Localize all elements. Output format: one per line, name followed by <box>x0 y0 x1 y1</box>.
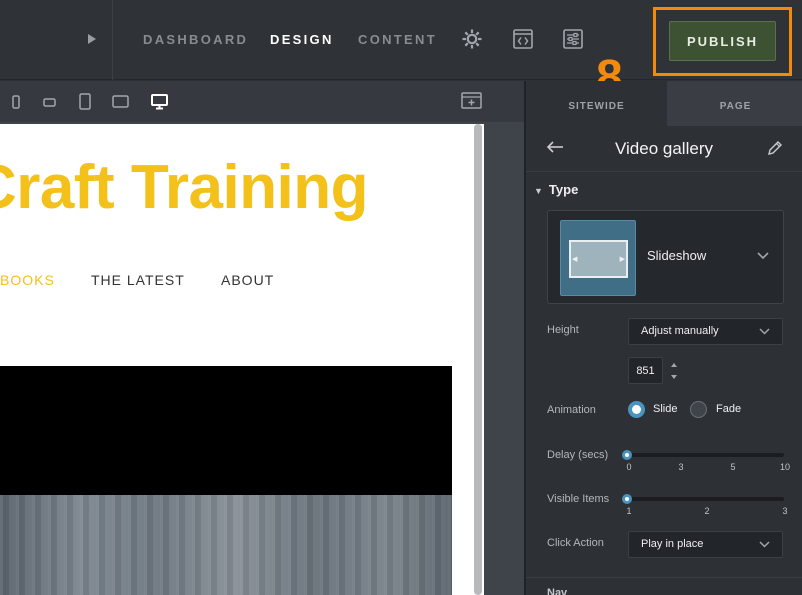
site-nav-about[interactable]: ABOUT <box>221 272 274 288</box>
animation-slide-label: Slide <box>653 403 678 415</box>
delay-label: Delay (secs) <box>547 449 609 461</box>
top-bar: DASHBOARD DESIGN CONTENT PUBLISH 8 <box>0 0 802 102</box>
tab-content[interactable]: CONTENT <box>358 32 437 47</box>
visible-items-slider-knob[interactable] <box>622 494 632 504</box>
phone-small-icon[interactable] <box>12 95 20 109</box>
phone-landscape-icon[interactable] <box>43 98 56 107</box>
slideshow-thumbnail: ◀ ▶ <box>560 220 636 296</box>
code-icon[interactable] <box>512 28 534 50</box>
panel-title: Video gallery <box>615 139 713 158</box>
chevron-down-icon <box>759 541 770 548</box>
type-value: Slideshow <box>647 248 707 263</box>
video-gallery-block[interactable] <box>0 366 452 495</box>
animation-radio-fade[interactable] <box>690 401 707 418</box>
canvas-scrollbar[interactable] <box>474 124 482 595</box>
delay-slider-knob[interactable] <box>622 450 632 460</box>
animation-radio-slide[interactable] <box>628 401 645 418</box>
tablet-icon[interactable] <box>79 93 91 110</box>
visible-items-tick: 2 <box>704 506 710 516</box>
section-type-label: Type <box>548 182 579 197</box>
site-nav-the-latest[interactable]: THE LATEST <box>91 272 185 288</box>
site-title: Craft Training <box>0 153 369 222</box>
animation-label: Animation <box>547 404 596 416</box>
next-section-header[interactable]: Nav <box>547 587 567 595</box>
play-icon[interactable] <box>86 32 98 46</box>
tab-page[interactable]: PAGE <box>667 81 802 126</box>
section-divider <box>526 577 802 578</box>
desktop-icon[interactable] <box>151 94 168 110</box>
publish-highlight-box: PUBLISH <box>653 7 792 76</box>
section-type-header[interactable]: ▼ Type <box>534 182 578 197</box>
design-panel: SITEWIDE PAGE Video gallery ▼ Type ◀ ▶ Sl… <box>524 81 802 595</box>
tablet-landscape-icon[interactable] <box>112 95 129 108</box>
animation-fade-label: Fade <box>716 403 742 415</box>
pencil-icon[interactable] <box>767 140 783 156</box>
tab-design[interactable]: DESIGN <box>270 32 334 47</box>
delay-tick: 3 <box>678 462 684 472</box>
visible-items-slider[interactable] <box>628 497 784 501</box>
editor-canvas: Craft Training BOOKS THE LATEST ABOUT <box>0 81 524 595</box>
height-select-value: Adjust manually <box>641 325 719 337</box>
device-toolbar <box>0 81 524 122</box>
click-action-select[interactable]: Play in place <box>628 531 783 558</box>
gear-icon[interactable] <box>461 28 483 50</box>
video-thumbnail-image <box>0 495 452 595</box>
delay-tick: 0 <box>626 462 632 472</box>
click-action-value: Play in place <box>641 538 704 550</box>
stepper-arrows-icon[interactable] <box>670 360 678 382</box>
visible-items-tick: 3 <box>782 506 788 516</box>
height-select[interactable]: Adjust manually <box>628 318 783 345</box>
type-selector[interactable]: ◀ ▶ Slideshow <box>547 210 784 304</box>
tab-dashboard[interactable]: DASHBOARD <box>143 32 248 47</box>
click-action-label: Click Action <box>547 537 604 549</box>
site-preview: Craft Training BOOKS THE LATEST ABOUT <box>0 124 484 595</box>
visible-items-tick: 1 <box>626 506 632 516</box>
height-label: Height <box>547 324 579 336</box>
tab-sitewide[interactable]: SITEWIDE <box>526 81 667 126</box>
add-section-icon[interactable] <box>461 92 482 109</box>
chevron-down-icon <box>759 328 770 335</box>
sliders-icon[interactable] <box>562 28 584 50</box>
site-nav-books[interactable]: BOOKS <box>0 272 55 288</box>
publish-button[interactable]: PUBLISH <box>669 21 776 61</box>
panel-header: Video gallery <box>526 126 802 172</box>
delay-tick: 10 <box>779 462 791 472</box>
delay-tick: 5 <box>730 462 736 472</box>
height-number-input[interactable]: 851 <box>628 357 663 384</box>
visible-items-label: Visible Items <box>547 493 610 505</box>
caret-down-icon: ▼ <box>534 186 543 196</box>
delay-slider[interactable] <box>628 453 784 457</box>
chevron-down-icon <box>757 252 769 260</box>
slide-preview-icon: ◀ ▶ <box>569 240 628 278</box>
